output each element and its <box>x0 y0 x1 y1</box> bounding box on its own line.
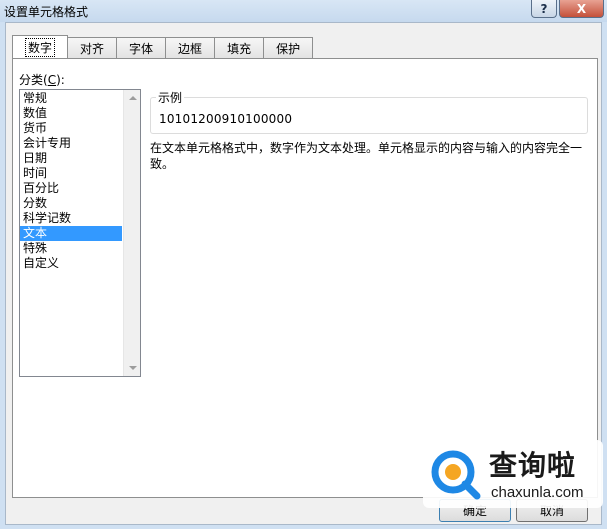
list-item[interactable]: 百分比 <box>20 181 122 196</box>
window-title: 设置单元格格式 <box>4 5 89 19</box>
tab-font[interactable]: 字体 <box>116 37 167 58</box>
list-item[interactable]: 常规 <box>20 91 122 106</box>
magnifier-logo-icon <box>431 450 481 500</box>
category-scrollbar[interactable] <box>123 90 140 376</box>
watermark-title: 查询啦 <box>489 449 577 482</box>
help-button[interactable]: ? <box>531 0 557 18</box>
category-listbox[interactable]: 常规 数值 货币 会计专用 日期 时间 百分比 分数 科学记数 文本 特殊 自定… <box>19 89 141 377</box>
number-tab-panel: 分类(C): 常规 数值 货币 会计专用 日期 时间 百分比 分数 科学记数 文… <box>12 58 598 498</box>
list-item[interactable]: 会计专用 <box>20 136 122 151</box>
list-item[interactable]: 时间 <box>20 166 122 181</box>
category-items: 常规 数值 货币 会计专用 日期 时间 百分比 分数 科学记数 文本 特殊 自定… <box>20 91 122 271</box>
sample-group: 示例 10101200910100000 <box>150 89 588 134</box>
watermark: 查询啦 chaxunla.com <box>423 440 603 508</box>
sample-value: 10101200910100000 <box>159 112 293 126</box>
category-label: 分类(C): <box>19 73 65 87</box>
list-item-selected[interactable]: 文本 <box>20 226 122 241</box>
list-item[interactable]: 分数 <box>20 196 122 211</box>
list-item[interactable]: 特殊 <box>20 241 122 256</box>
watermark-subtitle: chaxunla.com <box>491 484 584 501</box>
tab-protection[interactable]: 保护 <box>263 37 314 58</box>
format-description: 在文本单元格格式中，数字作为文本处理。单元格显示的内容与输入的内容完全一致。 <box>150 141 583 171</box>
list-item[interactable]: 数值 <box>20 106 122 121</box>
scroll-down-icon[interactable] <box>129 366 137 370</box>
sample-legend: 示例 <box>156 89 185 106</box>
tab-border[interactable]: 边框 <box>165 37 216 58</box>
tab-alignment[interactable]: 对齐 <box>67 37 118 58</box>
list-item[interactable]: 日期 <box>20 151 122 166</box>
list-item[interactable]: 自定义 <box>20 256 122 271</box>
list-item[interactable]: 货币 <box>20 121 122 136</box>
close-button[interactable]: X <box>559 0 604 18</box>
scroll-up-icon[interactable] <box>129 96 137 100</box>
tab-fill[interactable]: 填充 <box>214 37 265 58</box>
tab-number[interactable]: 数字 <box>12 35 69 58</box>
list-item[interactable]: 科学记数 <box>20 211 122 226</box>
title-bar: 设置单元格格式 ? X <box>0 0 607 22</box>
tab-strip: 数字 对齐 字体 边框 填充 保护 <box>12 35 314 58</box>
